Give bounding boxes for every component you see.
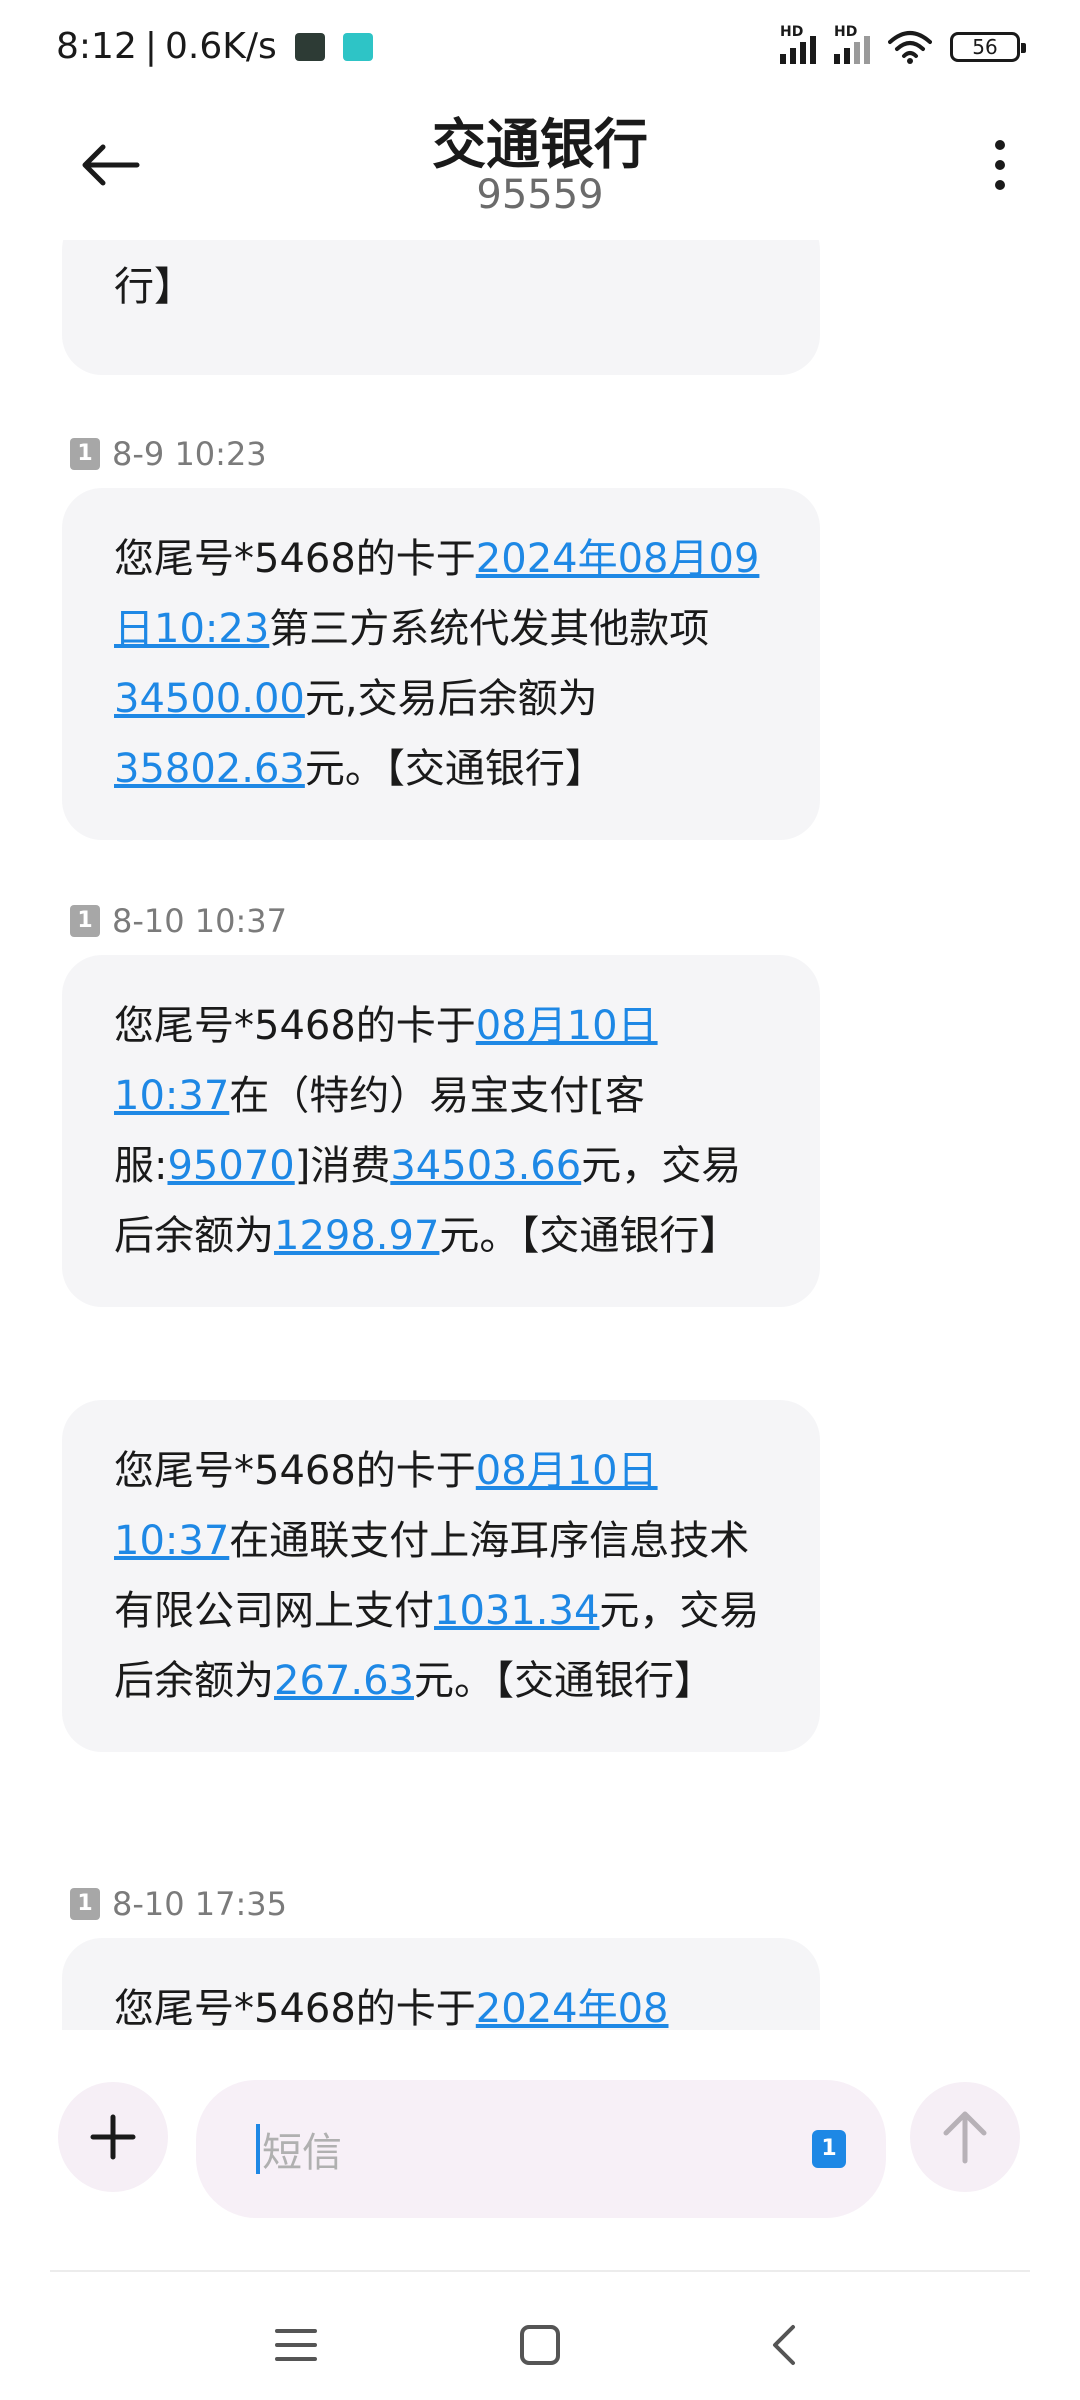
message-bubble[interactable]: 行】 xyxy=(62,240,820,375)
signal-2-icon: HD xyxy=(834,24,870,64)
message-text: 元。【交通银行】 xyxy=(439,1213,740,1259)
chevron-left-icon xyxy=(773,2325,795,2365)
message-input-placeholder: 短信 xyxy=(262,2130,342,2176)
message-bubble[interactable]: 您尾号*5468的卡于2024年08 xyxy=(62,1938,820,2030)
sim-card-icon: 1 xyxy=(70,438,100,470)
message-input[interactable]: 短信 1 xyxy=(196,2080,886,2218)
sim-card-icon: 1 xyxy=(70,905,100,937)
arrow-up-icon xyxy=(943,2111,987,2164)
home-square-icon xyxy=(520,2325,560,2365)
system-navigation-bar xyxy=(0,2280,1080,2400)
message-text: 元,交易后余额为 xyxy=(304,676,598,722)
message-text: 您尾号*5468的卡于 xyxy=(114,1986,476,2030)
message-link[interactable]: 1031.34 xyxy=(434,1588,599,1634)
message-text: 您尾号*5468的卡于 xyxy=(114,1448,476,1494)
attach-button[interactable] xyxy=(58,2082,168,2192)
message-link[interactable]: 267.63 xyxy=(274,1658,414,1704)
sim-card-icon: 1 xyxy=(70,1888,100,1920)
message-link[interactable]: 34500.00 xyxy=(114,676,305,722)
more-options-button[interactable] xyxy=(970,130,1030,200)
signal-1-icon: HD xyxy=(780,24,816,64)
nav-back-button[interactable] xyxy=(744,2310,824,2380)
nav-home-button[interactable] xyxy=(500,2310,580,2380)
message-link[interactable]: 1298.97 xyxy=(274,1213,439,1259)
timestamp-text: 8-9 10:23 xyxy=(112,435,267,473)
send-button[interactable] xyxy=(910,2082,1020,2192)
message-text: 元。【交通银行】 xyxy=(413,1658,714,1704)
message-link[interactable]: 34503.66 xyxy=(390,1143,581,1189)
message-link[interactable]: 95070 xyxy=(167,1143,294,1189)
text-caret xyxy=(256,2124,260,2174)
status-left: 8:12 | 0.6K/s xyxy=(56,26,373,67)
status-net-speed: 0.6K/s xyxy=(164,26,277,67)
plus-icon xyxy=(90,2114,136,2160)
status-time: 8:12 xyxy=(56,26,137,67)
message-link[interactable]: 35802.63 xyxy=(114,746,305,792)
wifi-icon xyxy=(888,31,932,64)
message-timestamp: 1 8-10 10:37 xyxy=(70,902,287,940)
status-bar: 8:12 | 0.6K/s HD HD 56 xyxy=(0,0,1080,100)
message-thread[interactable]: 行】 1 8-9 10:23 您尾号*5468的卡于2024年08月09日10:… xyxy=(0,240,1080,2030)
status-separator: | xyxy=(144,26,157,67)
contact-number: 95559 xyxy=(476,172,604,218)
message-text: 您尾号*5468的卡于 xyxy=(114,536,476,582)
menu-icon xyxy=(275,2329,317,2361)
conversation-header: 交通银行 95559 xyxy=(0,100,1080,240)
nav-divider xyxy=(50,2270,1030,2272)
battery-level: 56 xyxy=(972,35,998,59)
message-text: ]消费 xyxy=(294,1143,391,1189)
chat-notification-icon xyxy=(342,32,373,61)
more-vertical-icon xyxy=(995,140,1005,190)
battery-icon: 56 xyxy=(950,32,1026,62)
message-bubble[interactable]: 您尾号*5468的卡于08月10日10:37在通联支付上海耳序信息技术有限公司网… xyxy=(62,1400,820,1752)
message-bubble[interactable]: 您尾号*5468的卡于08月10日10:37在（特约）易宝支付[客服:95070… xyxy=(62,955,820,1307)
message-timestamp: 1 8-9 10:23 xyxy=(70,435,267,473)
composer-bar: 短信 1 xyxy=(0,2030,1080,2270)
timestamp-text: 8-10 17:35 xyxy=(112,1885,288,1923)
message-text: 第三方系统代发其他款项 xyxy=(269,606,710,652)
wallet-notification-icon xyxy=(294,32,325,61)
message-timestamp: 1 8-10 17:35 xyxy=(70,1885,287,1923)
message-text: 您尾号*5468的卡于 xyxy=(114,1003,476,1049)
message-link[interactable]: 2024年08 xyxy=(476,1986,669,2030)
contact-name: 交通银行 xyxy=(432,113,648,176)
sim-select-badge[interactable]: 1 xyxy=(812,2130,846,2168)
timestamp-text: 8-10 10:37 xyxy=(112,902,288,940)
message-bubble[interactable]: 您尾号*5468的卡于2024年08月09日10:23第三方系统代发其他款项34… xyxy=(62,488,820,840)
message-text: 行】 xyxy=(114,264,194,310)
status-right: HD HD 56 xyxy=(780,24,1026,64)
hd-label-2: HD xyxy=(834,24,858,40)
hd-label-1: HD xyxy=(780,24,804,40)
nav-menu-button[interactable] xyxy=(256,2310,336,2380)
message-text: 元。【交通银行】 xyxy=(304,746,605,792)
